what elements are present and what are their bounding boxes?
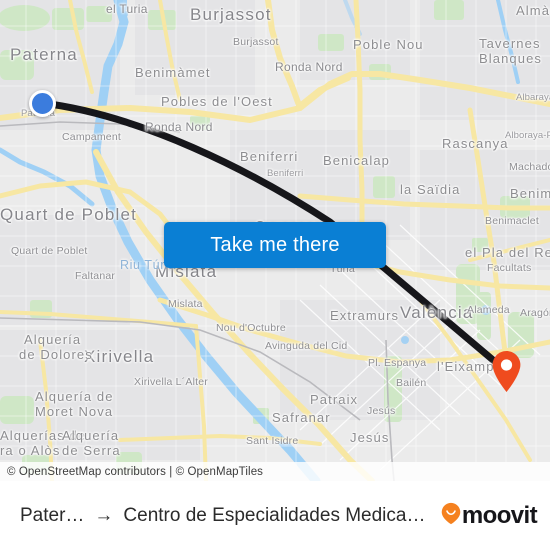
route-summary[interactable]: Pater… → Centro de Especialidades Medica… [0,505,433,527]
destination-pin-icon[interactable] [491,350,522,393]
footer-bar: Pater… → Centro de Especialidades Medica… [0,481,550,550]
attribution-text: © OpenStreetMap contributors | © OpenMap… [7,465,264,478]
moovit-pin-icon [441,502,461,530]
origin-label: Pater… [20,504,85,526]
destination-label: Centro de Especialidades Medicas Monte… [123,504,433,526]
take-me-there-button[interactable]: Take me there [164,222,386,268]
moovit-map-screen: Paterna Burjassot Burjassot Benimàmet Pobles… [0,0,550,550]
arrow-right-icon: → [94,505,114,526]
map-attribution: © OpenStreetMap contributors | © OpenMap… [0,462,550,481]
map-canvas[interactable]: Paterna Burjassot Burjassot Benimàmet Pobles… [0,0,550,481]
moovit-wordmark: moovit [461,501,538,529]
origin-dot-icon[interactable] [29,90,56,117]
moovit-logo[interactable]: moovit [433,502,550,530]
